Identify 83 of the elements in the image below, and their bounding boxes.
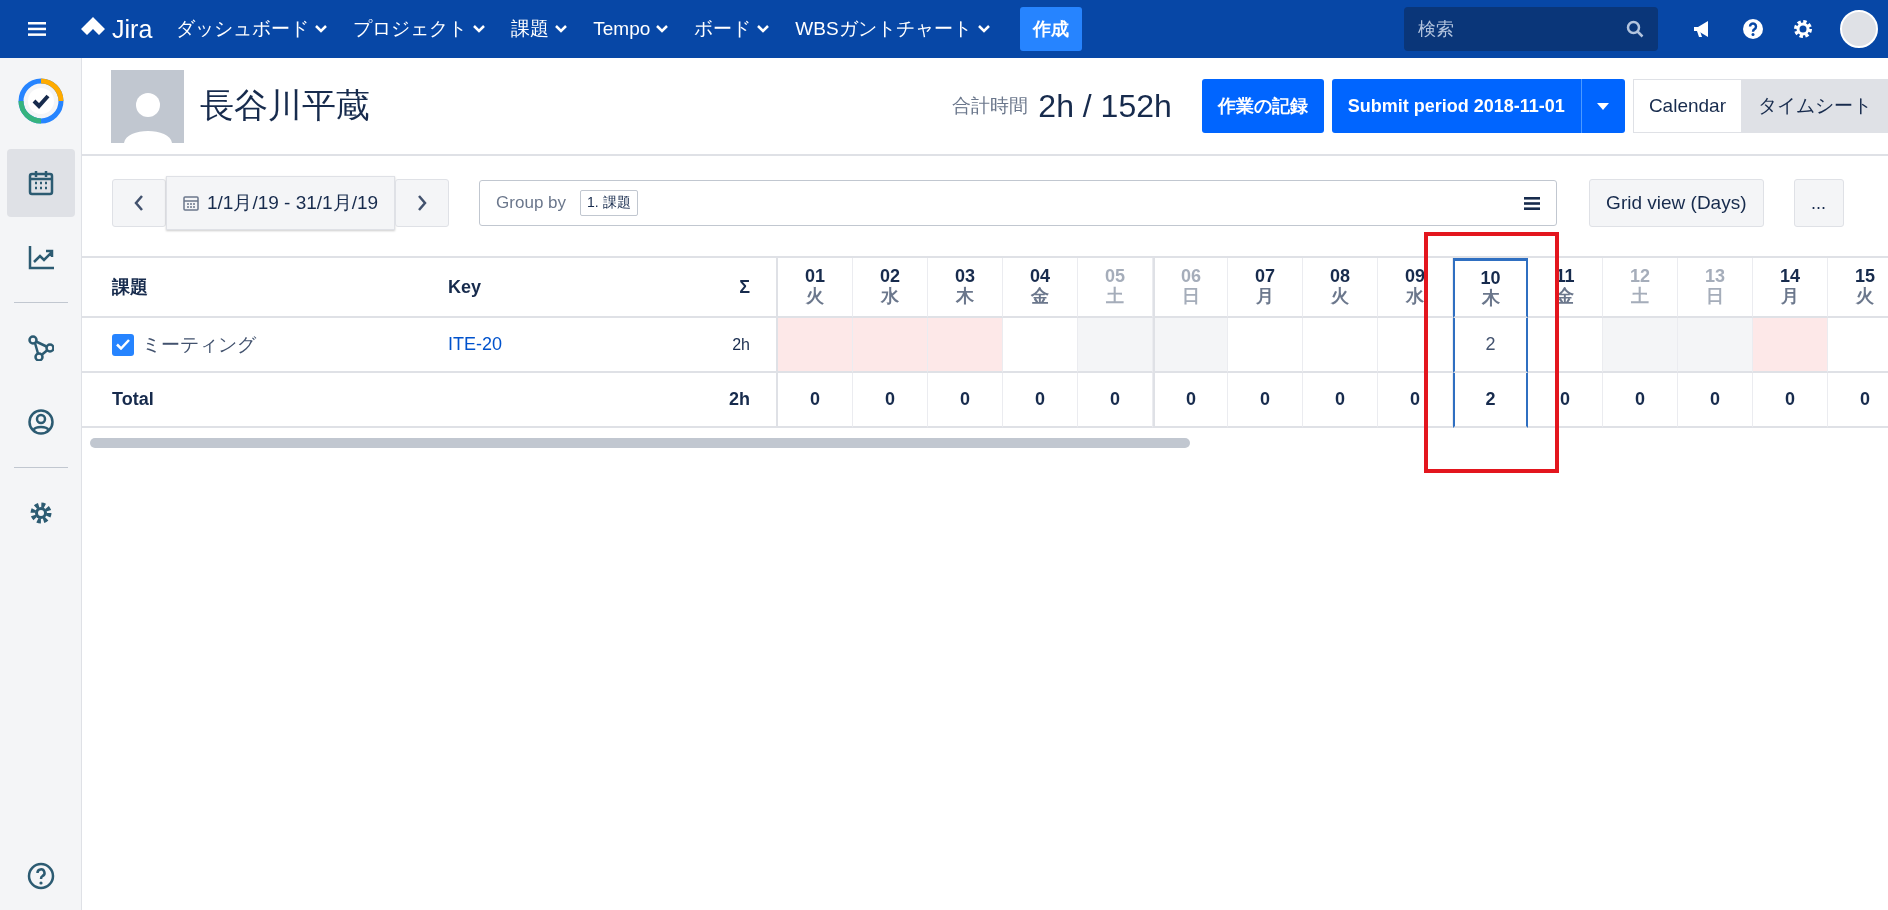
calendar-icon [27, 170, 54, 196]
menu-icon[interactable] [28, 22, 46, 36]
day-cell[interactable] [1753, 318, 1828, 373]
nav-menu[interactable]: ダッシュボード [166, 10, 338, 48]
calendar-icon [183, 195, 199, 211]
group-by-field[interactable]: Group by 1. 課題 [479, 180, 1558, 226]
day-cell[interactable] [1678, 318, 1753, 373]
user-name: 長谷川平蔵 [200, 85, 371, 126]
total-value: 2h / 152h [1038, 87, 1172, 125]
caret-icon [656, 25, 669, 33]
total-cell: 0 [1303, 373, 1378, 428]
caret-icon [315, 25, 328, 33]
grid-view-button[interactable]: Grid view (Days) [1589, 179, 1764, 227]
total-cell: 0 [928, 373, 1003, 428]
total-cell: 0 [778, 373, 853, 428]
caret-icon [977, 25, 990, 33]
logo-text: Jira [112, 14, 153, 44]
help-icon[interactable] [26, 862, 55, 890]
column-header: Σ [678, 258, 778, 318]
help-icon[interactable] [1742, 18, 1764, 40]
log-work-button[interactable]: 作業の記録 [1201, 79, 1324, 133]
user-circle-icon [27, 409, 54, 435]
issue-key-link[interactable]: ITE-20 [448, 334, 503, 355]
total-cell: 0 [1153, 373, 1228, 428]
day-header[interactable]: 04 金 [1003, 258, 1078, 318]
day-cell[interactable] [778, 318, 853, 373]
group-by-label: Group by [496, 193, 567, 213]
total-cell: 0 [1228, 373, 1303, 428]
chevron-right-icon [417, 195, 428, 211]
day-cell[interactable] [1603, 318, 1678, 373]
create-button[interactable]: 作成 [1019, 7, 1082, 51]
day-cell[interactable] [1153, 318, 1228, 373]
date-range-button[interactable]: 1/1月/19 - 31/1月/19 [166, 176, 396, 230]
settings-icon[interactable] [1792, 18, 1814, 40]
total-cell: 2 [1453, 373, 1528, 428]
submit-period-button[interactable]: Submit period 2018-11-01 [1331, 79, 1581, 133]
total-cell: 0 [1003, 373, 1078, 428]
day-cell[interactable] [853, 318, 928, 373]
nav-menu[interactable]: ボード [684, 10, 780, 48]
check-icon [116, 339, 130, 350]
menu-icon[interactable] [1524, 196, 1541, 210]
total-label: Total [82, 373, 448, 428]
total-cell: 0 [1753, 373, 1828, 428]
total-label: 合計時間 [952, 94, 1029, 118]
total-cell: 0 [853, 373, 928, 428]
nav-menu[interactable]: Tempo [583, 12, 679, 46]
more-button[interactable]: ... [1793, 179, 1844, 227]
app-logo-icon[interactable] [17, 78, 64, 124]
search-field[interactable]: 検索 [1404, 7, 1658, 51]
column-header: Key [448, 258, 678, 318]
chart-icon [27, 244, 54, 270]
checkbox[interactable] [112, 333, 134, 356]
user-avatar[interactable] [1840, 10, 1878, 48]
jira-logo[interactable]: Jira [80, 14, 153, 44]
scrollbar[interactable] [90, 438, 1190, 448]
nav-menu[interactable]: WBSガントチャート [785, 10, 1000, 48]
day-header[interactable]: 09 水 [1378, 258, 1453, 318]
total-cell: 0 [1528, 373, 1603, 428]
group-tag[interactable]: 1. 課題 [580, 190, 638, 216]
total-cell: 0 [1078, 373, 1153, 428]
nav-menu[interactable]: プロジェクト [343, 10, 496, 48]
chevron-left-icon [134, 195, 144, 211]
day-header[interactable]: 08 火 [1303, 258, 1378, 318]
day-header[interactable]: 10 木 [1453, 258, 1528, 318]
issue-name: ミーティング [142, 332, 256, 357]
total-cell: 0 [1603, 373, 1678, 428]
nav-menu[interactable]: 課題 [501, 10, 578, 48]
caret-icon [1597, 102, 1610, 110]
total-cell: 0 [1678, 373, 1753, 428]
search-icon [1626, 20, 1644, 38]
network-icon [27, 335, 54, 361]
caret-icon [757, 25, 770, 33]
column-header: 課題 [82, 258, 448, 318]
caret-icon [555, 25, 568, 33]
day-header[interactable]: 15 火 [1828, 258, 1888, 318]
view-tab[interactable]: Calendar [1632, 79, 1742, 133]
day-cell[interactable] [928, 318, 1003, 373]
day-cell[interactable] [1078, 318, 1153, 373]
total-cell: 0 [1378, 373, 1453, 428]
caret-icon [473, 25, 486, 33]
view-tab[interactable]: タイムシート [1742, 79, 1888, 133]
day-header[interactable]: 07 月 [1228, 258, 1303, 318]
sidebar-item[interactable] [6, 149, 75, 217]
